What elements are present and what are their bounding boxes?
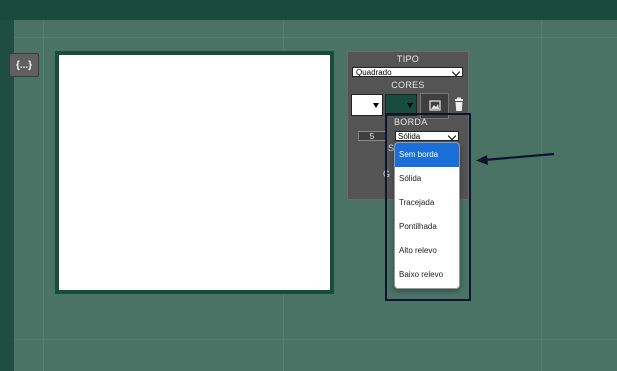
code-view-button[interactable]: {...}	[9, 53, 39, 77]
tipo-select[interactable]: Quadrado	[352, 67, 463, 77]
annotation-arrow-icon	[476, 152, 555, 165]
caret-down-icon	[373, 103, 379, 108]
top-bar	[0, 0, 617, 20]
dropdown-option[interactable]: Baixo relevo	[395, 263, 459, 287]
border-style-dropdown[interactable]: Sem borda Sólida Tracejada Pontilhada Al…	[394, 142, 460, 289]
grid-line	[43, 20, 44, 371]
dropdown-option[interactable]: Tracejada	[395, 191, 459, 215]
border-size-value: 5	[369, 132, 375, 141]
caret-down-icon	[407, 103, 413, 108]
grid-line	[14, 339, 617, 340]
dropdown-option[interactable]: Alto relevo	[395, 239, 459, 263]
fill-color-swatch[interactable]	[351, 94, 383, 116]
trash-icon[interactable]	[452, 97, 466, 113]
border-size-input[interactable]: 5	[358, 131, 386, 141]
dropdown-option[interactable]: Sem borda	[395, 143, 459, 167]
tipo-title: TIPO	[396, 54, 420, 64]
grid-line	[14, 37, 617, 38]
tipo-select-value: Quadrado	[356, 68, 392, 77]
code-view-button-label: {...}	[15, 59, 33, 71]
dropdown-option[interactable]: Pontilhada	[395, 215, 459, 239]
grid-line	[541, 20, 542, 371]
dropdown-option[interactable]: Sólida	[395, 167, 459, 191]
cores-title: CORES	[391, 80, 425, 90]
shape-preview[interactable]	[55, 51, 334, 294]
chevron-down-icon	[451, 67, 461, 77]
